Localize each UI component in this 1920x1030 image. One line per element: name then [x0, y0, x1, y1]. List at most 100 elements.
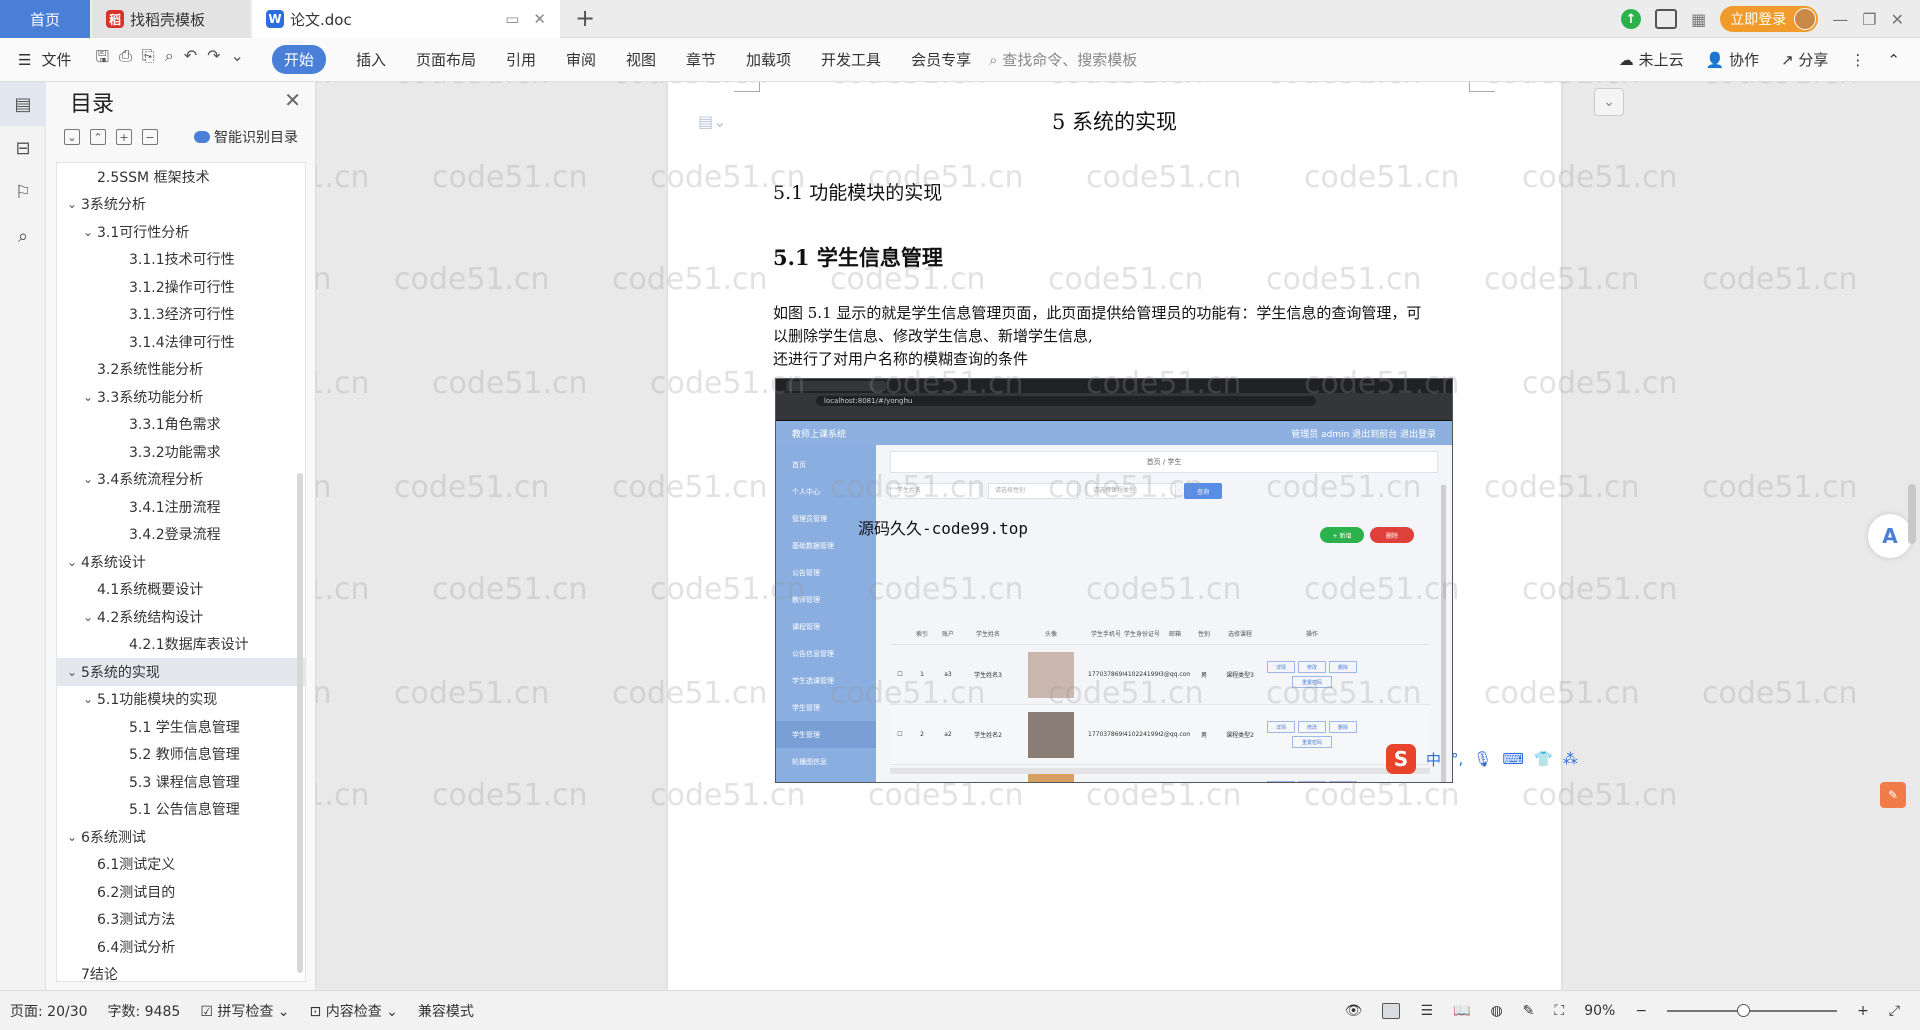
save-icon[interactable]: 🖫	[95, 46, 109, 73]
eye-icon[interactable]: 👁	[1345, 1003, 1363, 1019]
export-icon[interactable]: ⎙	[119, 46, 132, 73]
toc-item[interactable]: 6.2测试目的	[57, 878, 305, 906]
add-heading-icon[interactable]: +	[116, 129, 132, 145]
print-icon[interactable]: ⎘	[142, 46, 155, 73]
ribbon-tab-4[interactable]: 审阅	[566, 49, 596, 70]
remove-heading-icon[interactable]: −	[142, 129, 158, 145]
ribbon-tab-9[interactable]: 会员专享	[911, 49, 971, 70]
zoom-out-icon[interactable]: −	[1635, 1003, 1647, 1019]
assistant-icon[interactable]: A	[1868, 514, 1912, 558]
toc-item[interactable]: 3.1.2操作可行性	[57, 273, 305, 301]
navigation-icon[interactable]: ⊟	[0, 126, 46, 170]
close-window-icon[interactable]: ✕	[1891, 10, 1904, 29]
zoom-level[interactable]: 90%	[1584, 1003, 1615, 1019]
chevron-down-icon[interactable]: ⌄	[79, 225, 97, 239]
feedback-icon[interactable]: ✎	[1880, 782, 1906, 808]
monitor-icon[interactable]: ▭	[505, 10, 519, 28]
collab-button[interactable]: 👤 协作	[1706, 49, 1759, 70]
spell-check[interactable]: ☑ 拼写检查 ⌄	[200, 1001, 289, 1021]
keyboard-icon[interactable]: ⌨	[1502, 750, 1524, 768]
toc-item[interactable]: 2.5SSM 框架技术	[57, 163, 305, 191]
toc-item[interactable]: ⌄ 3.1可行性分析	[57, 218, 305, 246]
toc-item[interactable]: 3.4.1注册流程	[57, 493, 305, 521]
chevron-down-icon[interactable]: ⌄	[63, 555, 81, 569]
menu-icon[interactable]: ☰	[18, 51, 31, 69]
toolbox-icon[interactable]: ⁂	[1563, 750, 1578, 768]
toc-item[interactable]: 5.1 学生信息管理	[57, 713, 305, 741]
toc-item[interactable]: 3.3.1角色需求	[57, 411, 305, 439]
command-search[interactable]: ⌕ 查找命令、搜索模板	[989, 49, 1137, 70]
redo-icon[interactable]: ↷	[207, 46, 220, 73]
embedded-screenshot[interactable]: localhost:8081/#/yonghu 教师上课系统 管理员 admin…	[775, 378, 1453, 783]
toc-item[interactable]: ⌄ 3.3系统功能分析	[57, 383, 305, 411]
toc-scrollbar[interactable]	[297, 473, 303, 973]
toc-item[interactable]: 6.1测试定义	[57, 851, 305, 879]
toc-item[interactable]: 6.4测试分析	[57, 933, 305, 961]
skin-icon[interactable]: 👕	[1534, 750, 1553, 768]
smart-toc-button[interactable]: 智能识别目录	[194, 127, 298, 147]
close-icon[interactable]: ✕	[284, 88, 301, 112]
zoom-slider[interactable]	[1667, 1003, 1838, 1017]
scroll-thumb[interactable]	[1908, 484, 1916, 544]
ribbon-tab-8[interactable]: 开发工具	[821, 49, 881, 70]
zoom-knob[interactable]	[1737, 1003, 1751, 1017]
fit-page-icon[interactable]: ⛶	[1554, 1003, 1564, 1019]
layout-icon[interactable]	[1655, 9, 1678, 29]
new-tab-button[interactable]: +	[575, 4, 595, 32]
fullscreen-icon[interactable]: ⤢	[1889, 1003, 1900, 1019]
toc-item[interactable]: 3.1.1技术可行性	[57, 246, 305, 274]
login-button[interactable]: 立即登录	[1720, 6, 1819, 32]
filter-icon[interactable]: ⌄	[1594, 88, 1624, 116]
minimize-icon[interactable]: —	[1832, 10, 1848, 29]
upload-icon[interactable]: ↑	[1621, 9, 1642, 29]
cloud-button[interactable]: ☁ 未上云	[1619, 49, 1684, 70]
preview-icon[interactable]: ⌕	[165, 46, 174, 73]
toc-item[interactable]: ⌄ 3.4系统流程分析	[57, 466, 305, 494]
pen-icon[interactable]: ✎	[1523, 1003, 1535, 1019]
expand-all-icon[interactable]: ⌄	[64, 129, 80, 145]
undo-icon[interactable]: ↶	[184, 46, 197, 73]
tab-home[interactable]: 首页	[0, 0, 90, 38]
ribbon-tab-1[interactable]: 插入	[356, 49, 386, 70]
document-page[interactable]: ▤⌄ 5 系统的实现 5.1 功能模块的实现 5.1 学生信息管理 如图 5.1…	[668, 82, 1561, 990]
chevron-down-icon[interactable]: ⌄	[63, 830, 81, 844]
outline-view-icon[interactable]: ☰	[1420, 1003, 1433, 1019]
apps-grid-icon[interactable]: ▦	[1691, 10, 1706, 29]
tab-template[interactable]: 稻 找稻壳模板	[92, 0, 250, 38]
mic-icon[interactable]: 🎙	[1473, 750, 1492, 768]
toc-item[interactable]: 6.3测试方法	[57, 906, 305, 934]
toc-item[interactable]: 3.1.4法律可行性	[57, 328, 305, 356]
toc-item[interactable]: ⌄ 5系统的实现	[57, 658, 305, 686]
toc-item[interactable]: ⌄ 4.2系统结构设计	[57, 603, 305, 631]
close-tab-icon[interactable]: ✕	[533, 10, 546, 28]
page-indicator[interactable]: 页面: 20/30	[10, 1001, 88, 1021]
toc-item[interactable]: ⌄ 6系统测试	[57, 823, 305, 851]
toc-item[interactable]: ⌄ 3系统分析	[57, 191, 305, 219]
chevron-down-icon[interactable]: ⌄	[63, 665, 81, 679]
ribbon-tab-3[interactable]: 引用	[506, 49, 536, 70]
chevron-down-icon[interactable]: ⌄	[79, 390, 97, 404]
ime-chinese[interactable]: 中	[1426, 749, 1441, 770]
toc-item[interactable]: 3.1.3经济可行性	[57, 301, 305, 329]
punct-icon[interactable]: °,	[1451, 750, 1463, 768]
collapse-icon[interactable]: ⌃	[1887, 51, 1900, 69]
toc-item[interactable]: ⌄ 4系统设计	[57, 548, 305, 576]
ribbon-tab-0[interactable]: 开始	[271, 45, 326, 74]
toc-item[interactable]: 7结论	[57, 961, 305, 981]
ribbon-tab-7[interactable]: 加载项	[746, 49, 791, 70]
restore-icon[interactable]: ❐	[1862, 10, 1876, 29]
document-scrollbar[interactable]	[1908, 84, 1916, 990]
toc-item[interactable]: 4.2.1数据库表设计	[57, 631, 305, 659]
read-view-icon[interactable]: 📖	[1453, 1003, 1470, 1019]
chevron-down-icon[interactable]: ⌄	[79, 692, 97, 706]
page-view-icon[interactable]	[1382, 1002, 1401, 1019]
chevron-down-icon[interactable]: ⌄	[79, 610, 97, 624]
toc-item[interactable]: ⌄ 5.1功能模块的实现	[57, 686, 305, 714]
toc-item[interactable]: 3.3.2功能需求	[57, 438, 305, 466]
content-check[interactable]: ⊡ 内容检查 ⌄	[310, 1001, 398, 1021]
chevron-down-icon[interactable]: ⌄	[63, 197, 81, 211]
tab-document[interactable]: W 论文.doc ▭ ✕	[252, 0, 560, 38]
ribbon-tab-2[interactable]: 页面布局	[416, 49, 476, 70]
ribbon-tab-5[interactable]: 视图	[626, 49, 656, 70]
zoom-in-icon[interactable]: +	[1857, 1003, 1869, 1019]
